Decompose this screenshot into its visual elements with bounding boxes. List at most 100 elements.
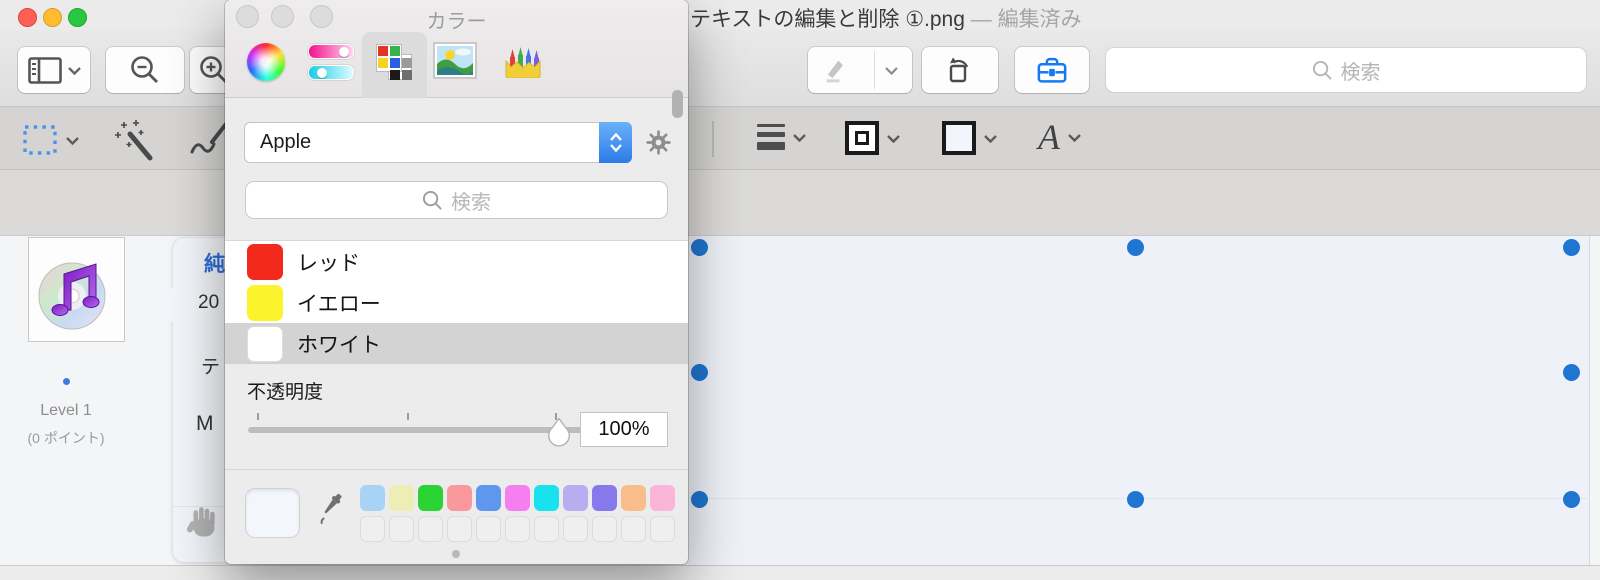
- empty-color-swatch[interactable]: [418, 516, 443, 542]
- tab-color-wheel-icon[interactable]: [247, 43, 285, 81]
- chevron-down-icon: [67, 66, 81, 75]
- selection-handle[interactable]: [691, 491, 708, 508]
- opacity-label: 不透明度: [247, 382, 324, 403]
- line-thickness-icon: [757, 124, 785, 150]
- color-list-item[interactable]: イエロー: [225, 282, 688, 323]
- empty-color-swatch[interactable]: [360, 516, 385, 542]
- empty-color-swatch[interactable]: [592, 516, 617, 542]
- color-swatch: [247, 326, 283, 362]
- cyan-slider-icon: [308, 65, 354, 80]
- selection-rect-icon: [23, 125, 57, 155]
- selection-handle[interactable]: [1563, 364, 1580, 381]
- opacity-value-field[interactable]: 100%: [580, 412, 668, 447]
- edited-status: 編集済み: [997, 8, 1082, 31]
- chevron-down-icon: [609, 144, 622, 152]
- favorite-color-swatch[interactable]: [592, 485, 617, 511]
- document-filename: テキストの編集と削除 ①.png: [690, 8, 965, 31]
- palette-select[interactable]: Apple: [244, 122, 632, 163]
- opacity-slider-track[interactable]: [248, 427, 588, 433]
- callout-line-2: 20: [198, 292, 220, 313]
- chevron-up-icon: [609, 133, 622, 141]
- color-search-field[interactable]: 検索: [245, 181, 668, 219]
- close-button[interactable]: [18, 8, 37, 27]
- color-search-placeholder: 検索: [451, 191, 491, 214]
- toolbar-divider: [712, 121, 714, 157]
- empty-color-swatch[interactable]: [621, 516, 646, 542]
- empty-color-swatch[interactable]: [650, 516, 675, 542]
- favorite-color-swatch[interactable]: [418, 485, 443, 511]
- panel-resize-dot[interactable]: [452, 550, 460, 558]
- chevron-down-icon[interactable]: [66, 136, 79, 145]
- empty-color-swatch[interactable]: [505, 516, 530, 542]
- instant-alpha-tool-button[interactable]: [114, 118, 158, 162]
- selection-tool-button[interactable]: [22, 124, 79, 156]
- eyedropper-button[interactable]: [315, 490, 347, 531]
- empty-color-swatch[interactable]: [563, 516, 588, 542]
- empty-color-swatch[interactable]: [534, 516, 559, 542]
- itunes-cd-image[interactable]: [28, 237, 125, 342]
- favorite-color-swatch[interactable]: [389, 485, 414, 511]
- text-style-button[interactable]: A: [1038, 119, 1081, 155]
- panel-divider: [225, 469, 688, 470]
- favorite-color-swatch[interactable]: [563, 485, 588, 511]
- swatch-grid: [360, 485, 675, 542]
- points-label: (0 ポイント): [27, 430, 105, 446]
- callout-line-4: M: [196, 412, 214, 435]
- selection-handle[interactable]: [691, 364, 708, 381]
- app-window: テキストの編集と削除 ①.png — 編集済み 検索 A Level 1 (0 …: [0, 0, 1600, 580]
- opacity-slider-thumb[interactable]: [545, 417, 573, 453]
- toolbar-search-field[interactable]: 検索: [1106, 48, 1586, 92]
- chevron-down-icon[interactable]: [885, 66, 898, 75]
- fill-color-button[interactable]: [942, 121, 997, 155]
- favorite-color-swatch[interactable]: [447, 485, 472, 511]
- eyedropper-icon: [320, 493, 342, 525]
- selection-handle[interactable]: [1563, 239, 1580, 256]
- chevron-down-icon[interactable]: [887, 134, 900, 143]
- favorite-color-swatch[interactable]: [476, 485, 501, 511]
- tab-color-palettes-icon[interactable]: [376, 44, 412, 80]
- opacity-value: 100%: [598, 418, 650, 440]
- favorite-color-swatch[interactable]: [534, 485, 559, 511]
- empty-color-swatch[interactable]: [447, 516, 472, 542]
- selection-handle[interactable]: [691, 239, 708, 256]
- markup-toolbox-button[interactable]: [1015, 47, 1089, 93]
- color-panel-titlebar[interactable]: カラー: [225, 0, 688, 98]
- zoom-window-button[interactable]: [68, 8, 87, 27]
- border-color-button[interactable]: [845, 121, 900, 155]
- search-icon: [422, 190, 442, 210]
- color-list: レッド イエロー ホワイト: [225, 240, 688, 364]
- selection-handle[interactable]: [1127, 239, 1144, 256]
- chevron-down-icon[interactable]: [793, 133, 806, 142]
- tab-color-sliders-icon[interactable]: [308, 44, 354, 86]
- chevron-down-icon[interactable]: [1068, 133, 1081, 142]
- empty-color-swatch[interactable]: [476, 516, 501, 542]
- favorite-color-swatch[interactable]: [621, 485, 646, 511]
- current-color-well[interactable]: [245, 488, 300, 538]
- highlight-split-button[interactable]: [808, 47, 912, 93]
- zoom-out-icon: [131, 56, 158, 83]
- tab-image-palettes-icon[interactable]: [433, 42, 477, 79]
- sidebar-button[interactable]: [18, 47, 90, 93]
- tab-pencils-icon[interactable]: [505, 43, 541, 79]
- minimize-button[interactable]: [43, 8, 62, 27]
- list-scrollbar-thumb[interactable]: [672, 90, 683, 118]
- favorite-color-swatch[interactable]: [360, 485, 385, 511]
- rotate-left-button[interactable]: [922, 47, 998, 93]
- color-list-item[interactable]: レッド: [225, 241, 688, 282]
- chevron-down-icon[interactable]: [984, 134, 997, 143]
- gear-icon: [646, 130, 671, 155]
- callout-pointer: [141, 288, 173, 322]
- annotation-point-dot[interactable]: [63, 378, 70, 385]
- color-list-item[interactable]: ホワイト: [225, 323, 688, 363]
- palette-settings-button[interactable]: [645, 129, 672, 161]
- favorite-color-swatch[interactable]: [650, 485, 675, 511]
- empty-color-swatch[interactable]: [389, 516, 414, 542]
- selected-text-region[interactable]: [688, 236, 1590, 566]
- favorite-color-swatch[interactable]: [505, 485, 530, 511]
- select-stepper[interactable]: [599, 122, 632, 163]
- selection-handle[interactable]: [1127, 491, 1144, 508]
- selection-handle[interactable]: [1563, 491, 1580, 508]
- zoom-out-button[interactable]: [106, 47, 184, 93]
- line-style-button[interactable]: [757, 124, 806, 150]
- sidebar-icon: [27, 56, 62, 84]
